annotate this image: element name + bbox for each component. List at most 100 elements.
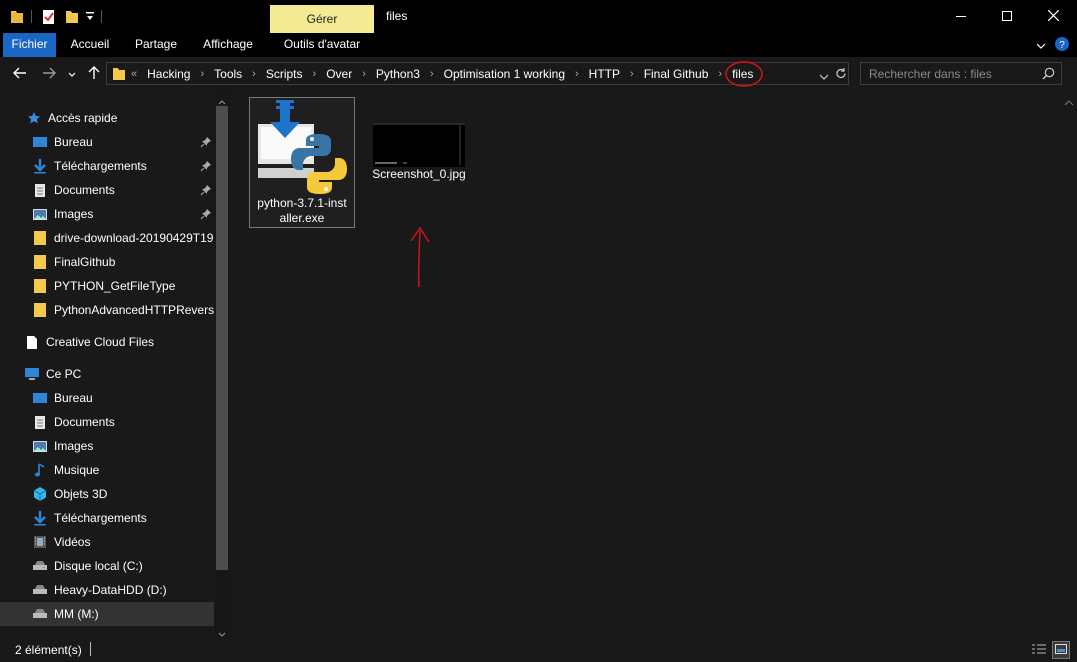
- sidebar-item-documents[interactable]: Documents: [0, 410, 214, 434]
- drive-icon: [32, 558, 48, 574]
- this-pc[interactable]: Ce PC: [0, 362, 214, 386]
- breadcrumb-item[interactable]: Hacking: [145, 67, 192, 81]
- large-icons-view-button[interactable]: [1052, 641, 1070, 659]
- download-icon: [32, 510, 48, 526]
- document-icon: [32, 182, 48, 198]
- breadcrumb-item[interactable]: Python3: [374, 67, 422, 81]
- folder-icon: [10, 9, 24, 27]
- sidebar-item-label: Documents: [54, 415, 115, 429]
- scrollbar-thumb[interactable]: [216, 106, 228, 570]
- up-button[interactable]: [85, 65, 103, 83]
- breadcrumb-current[interactable]: files: [725, 60, 763, 87]
- sidebar-item-folder[interactable]: PYTHON_GetFileType: [0, 274, 214, 298]
- breadcrumb-separator[interactable]: ›: [313, 68, 317, 80]
- large-icons-view-icon: [1055, 643, 1067, 657]
- refresh-icon[interactable]: [835, 67, 847, 83]
- minimize-button[interactable]: [938, 0, 984, 33]
- sidebar-item-label: drive-download-20190429T190: [54, 231, 214, 245]
- sidebar-item-label: Heavy-DataHDD (D:): [54, 583, 167, 597]
- breadcrumb-item[interactable]: Tools: [212, 67, 244, 81]
- sidebar-item-folder[interactable]: FinalGithub: [0, 250, 214, 274]
- tab-avatar-tools[interactable]: Outils d'avatar: [270, 33, 374, 57]
- breadcrumb-separator[interactable]: ›: [200, 68, 204, 80]
- sidebar-item-downloads[interactable]: Téléchargements: [0, 154, 214, 178]
- installer-thumbnail: [252, 98, 352, 194]
- sidebar-item-desktop[interactable]: Bureau: [0, 130, 214, 154]
- chevron-down-icon: [68, 67, 76, 81]
- sidebar-item-pictures[interactable]: Images: [0, 434, 214, 458]
- search-input[interactable]: [869, 66, 1039, 82]
- breadcrumb-separator[interactable]: ›: [362, 68, 366, 80]
- svg-text:?: ?: [1059, 40, 1065, 51]
- pin-icon: [200, 184, 212, 196]
- sidebar-item-label: Bureau: [54, 391, 93, 405]
- sidebar-item-desktop[interactable]: Bureau: [0, 386, 214, 410]
- breadcrumb-separator[interactable]: ›: [630, 68, 634, 80]
- context-tab-manage[interactable]: Gérer: [270, 5, 374, 33]
- address-dropdown-icon[interactable]: [819, 70, 829, 84]
- tab-share[interactable]: Partage: [128, 33, 184, 57]
- breadcrumb-item[interactable]: HTTP: [587, 67, 622, 81]
- sidebar-item-drive-c[interactable]: Disque local (C:): [0, 554, 214, 578]
- maximize-button[interactable]: [984, 0, 1030, 33]
- quick-access[interactable]: Accès rapide: [0, 106, 214, 130]
- breadcrumb-item[interactable]: Scripts: [264, 67, 305, 81]
- breadcrumb-separator[interactable]: ›: [430, 68, 434, 80]
- sidebar-item-downloads[interactable]: Téléchargements: [0, 506, 214, 530]
- new-folder-icon[interactable]: [65, 9, 79, 27]
- sidebar-item-documents[interactable]: Documents: [0, 178, 214, 202]
- tab-home[interactable]: Accueil: [62, 33, 118, 57]
- tab-view[interactable]: Affichage: [196, 33, 260, 57]
- sidebar-scrollbar[interactable]: [214, 90, 230, 638]
- creative-cloud-label: Creative Cloud Files: [46, 335, 155, 349]
- properties-icon[interactable]: [42, 9, 56, 28]
- sidebar-item-pictures[interactable]: Images: [0, 202, 214, 226]
- sidebar-item-music[interactable]: Musique: [0, 458, 214, 482]
- breadcrumb-item[interactable]: Final Github: [642, 67, 711, 81]
- sidebar-item-folder[interactable]: PythonAdvancedHTTPReverse: [0, 298, 214, 322]
- sidebar-item-label: Téléchargements: [54, 159, 147, 173]
- back-button[interactable]: [11, 65, 29, 83]
- item-count: 2 élément(s): [15, 643, 82, 657]
- breadcrumb-item[interactable]: Over: [324, 67, 354, 81]
- expand-ribbon-icon[interactable]: [1036, 39, 1046, 53]
- minimize-icon: [956, 10, 966, 24]
- details-view-button[interactable]: [1030, 641, 1048, 659]
- tab-file[interactable]: Fichier: [3, 33, 56, 57]
- file-item[interactable]: python-3.7.1-inst aller.exe: [249, 97, 355, 228]
- arrow-up-icon: [88, 65, 100, 83]
- desktop-icon: [32, 390, 48, 406]
- search-icon[interactable]: [1042, 67, 1055, 83]
- address-bar[interactable]: « Hacking › Tools › Scripts › Over › Pyt…: [106, 60, 849, 87]
- help-icon[interactable]: ?: [1055, 37, 1069, 54]
- image-icon: [32, 206, 48, 222]
- file-item[interactable]: Screenshot_0.jpg: [366, 97, 472, 184]
- sidebar-item-drive-m[interactable]: MM (M:): [0, 602, 214, 626]
- search-box[interactable]: [860, 62, 1062, 85]
- sidebar-item-folder[interactable]: drive-download-20190429T190: [0, 226, 214, 250]
- close-button[interactable]: [1030, 0, 1076, 33]
- image-thumbnail: [373, 123, 465, 167]
- pin-icon: [200, 208, 212, 220]
- scroll-up-icon[interactable]: [1064, 96, 1074, 106]
- breadcrumb-separator[interactable]: ›: [575, 68, 579, 80]
- star-icon: [26, 110, 42, 126]
- sidebar-item-drive-d[interactable]: Heavy-DataHDD (D:): [0, 578, 214, 602]
- creative-cloud-files[interactable]: Creative Cloud Files: [0, 330, 214, 354]
- music-note-icon: [32, 462, 48, 478]
- sidebar-item-3d-objects[interactable]: Objets 3D: [0, 482, 214, 506]
- breadcrumb-item[interactable]: Optimisation 1 working: [442, 67, 567, 81]
- recent-locations-button[interactable]: [65, 65, 79, 83]
- navigation-bar: « Hacking › Tools › Scripts › Over › Pyt…: [0, 57, 1077, 90]
- sidebar-item-label: Objets 3D: [54, 487, 108, 501]
- pin-icon: [200, 160, 212, 172]
- breadcrumb-overflow[interactable]: «: [131, 68, 137, 80]
- separator: [90, 642, 91, 656]
- breadcrumb-separator[interactable]: ›: [252, 68, 256, 80]
- forward-button[interactable]: [40, 65, 58, 83]
- sidebar-item-label: Vidéos: [54, 535, 91, 549]
- sidebar-item-videos[interactable]: Vidéos: [0, 530, 214, 554]
- customize-dropdown-icon[interactable]: [86, 11, 94, 25]
- file-name-line: python-3.7.1-inst: [257, 196, 347, 210]
- arrow-right-icon: [42, 67, 56, 82]
